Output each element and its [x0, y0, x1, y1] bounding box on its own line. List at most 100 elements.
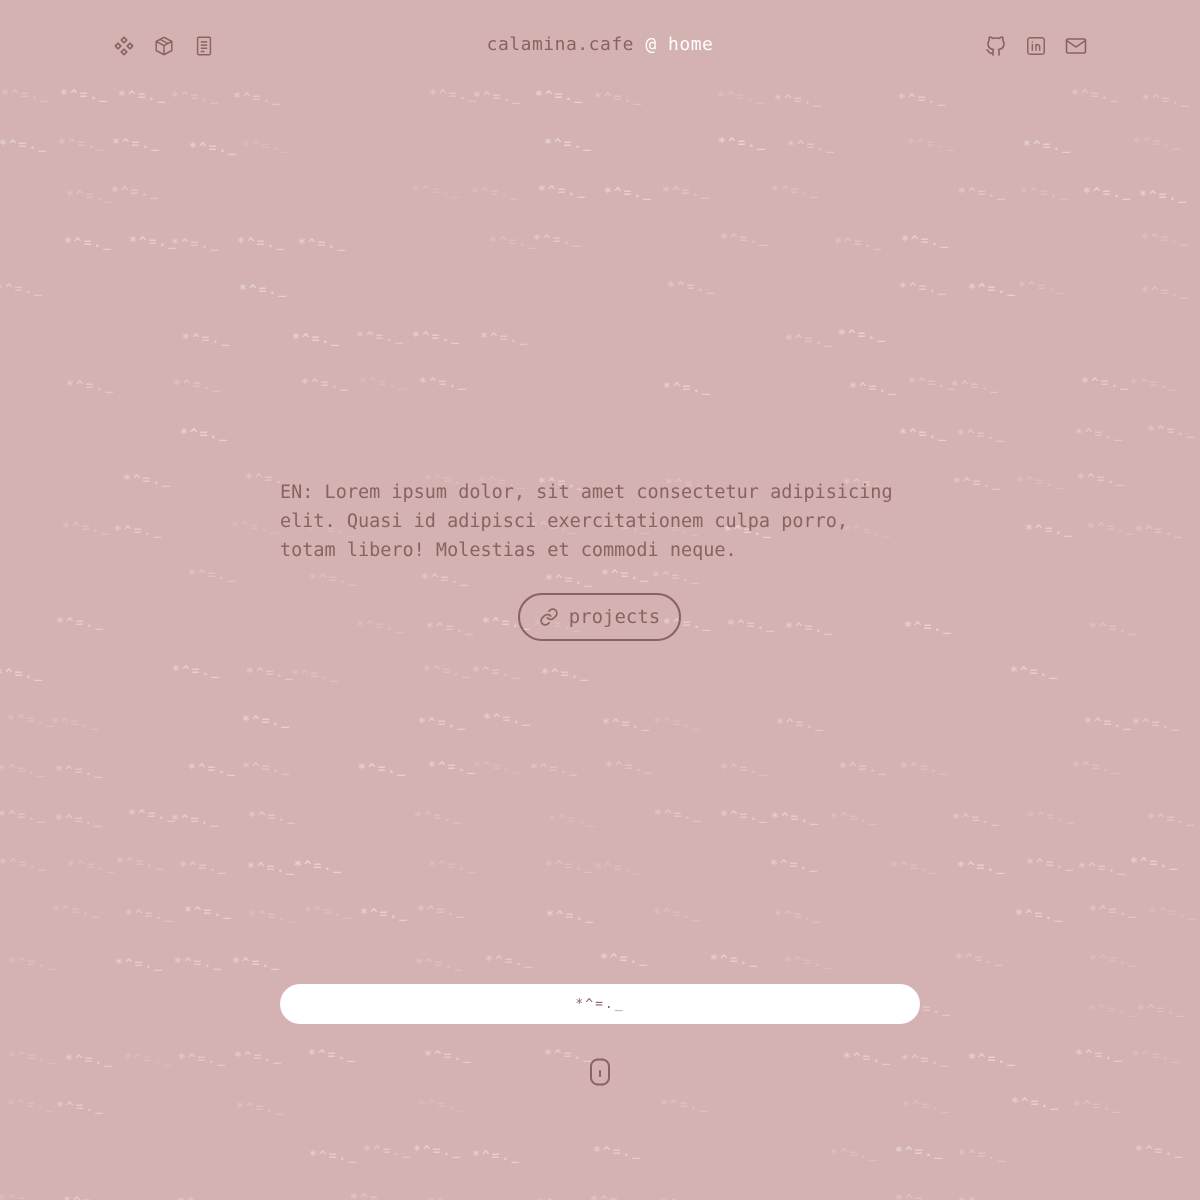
pattern-glyph: *^=._: [600, 952, 650, 967]
pattern-glyph: *^=._: [60, 88, 110, 103]
mouse-scroll-icon[interactable]: [588, 1058, 612, 1086]
pattern-glyph: *^=._: [231, 520, 281, 535]
pattern-glyph: *^=._: [958, 1148, 1008, 1163]
pattern-glyph: *^=._: [895, 1193, 944, 1200]
pattern-glyph: *^=._: [0, 857, 49, 872]
pattern-glyph: *^=._: [830, 1147, 880, 1162]
linkedin-icon[interactable]: [1024, 34, 1048, 58]
pattern-glyph: *^=._: [248, 810, 298, 825]
pattern-glyph: *^=._: [413, 1144, 463, 1159]
pattern-glyph: *^=._: [236, 1101, 286, 1116]
pattern-glyph: *^=._: [308, 1048, 358, 1063]
pattern-glyph: *^=._: [1135, 524, 1185, 539]
pattern-glyph: *^=._: [1137, 1003, 1187, 1018]
pattern-glyph: *^=._: [662, 185, 712, 200]
pattern-glyph: *^=._: [545, 573, 595, 588]
pattern-glyph: *^=._: [774, 909, 824, 924]
pattern-glyph: *^=._: [485, 954, 535, 969]
pattern-glyph: *^=._: [667, 280, 717, 295]
pattern-glyph: *^=._: [901, 1053, 951, 1068]
pattern-glyph: *^=._: [1010, 665, 1060, 680]
pattern-glyph: *^=._: [242, 714, 292, 729]
pattern-glyph: *^=._: [8, 956, 58, 971]
mail-icon[interactable]: [1064, 34, 1088, 58]
pattern-glyph: *^=._: [242, 761, 292, 776]
pattern-glyph: *^=._: [601, 568, 651, 583]
pattern-glyph: *^=._: [1015, 908, 1065, 923]
pattern-glyph: *^=._: [604, 186, 654, 201]
pattern-glyph: *^=._: [951, 379, 1001, 394]
pattern-glyph: *^=._: [419, 376, 469, 391]
pattern-glyph: *^=._: [114, 524, 164, 539]
site-name: calamina.cafe: [486, 34, 634, 55]
pattern-glyph: *^=._: [233, 91, 283, 106]
pattern-glyph: *^=._: [473, 90, 523, 105]
pattern-glyph: *^=._: [1020, 186, 1070, 201]
pattern-glyph: *^=._: [907, 137, 957, 152]
pattern-glyph: *^=._: [1077, 472, 1127, 487]
pattern-glyph: *^=._: [7, 1098, 57, 1113]
pattern-glyph: *^=._: [784, 955, 834, 970]
pattern-glyph: *^=._: [177, 1196, 226, 1200]
pattern-glyph: *^=._: [125, 908, 175, 923]
pattern-glyph: *^=._: [958, 186, 1008, 201]
pattern-glyph: *^=._: [727, 618, 777, 633]
pattern-glyph: *^=._: [171, 237, 221, 252]
pattern-glyph: *^=._: [1089, 621, 1139, 636]
pattern-glyph: *^=._: [895, 1145, 945, 1160]
pattern-glyph: *^=._: [180, 427, 230, 442]
at-symbol: @: [645, 34, 657, 55]
pattern-glyph: *^=._: [234, 1050, 284, 1065]
pattern-glyph: *^=._: [602, 717, 652, 732]
pattern-glyph: *^=._: [111, 185, 161, 200]
pattern-glyph: *^=._: [179, 860, 229, 875]
projects-button-label: projects: [568, 606, 661, 628]
pattern-glyph: *^=._: [1130, 856, 1180, 871]
pattern-glyph: *^=._: [594, 861, 644, 876]
pattern-glyph: *^=._: [0, 667, 45, 682]
pattern-glyph: *^=._: [957, 860, 1007, 875]
pattern-glyph: *^=._: [1075, 1048, 1125, 1063]
pattern-glyph: *^=._: [171, 813, 221, 828]
pattern-glyph: *^=._: [720, 809, 770, 824]
pattern-glyph: *^=._: [770, 858, 820, 873]
pattern-glyph: *^=._: [843, 1051, 893, 1066]
pattern-glyph: *^=._: [1071, 88, 1121, 103]
pattern-glyph: *^=._: [663, 381, 713, 396]
pattern-glyph: *^=._: [415, 957, 465, 972]
pattern-glyph: *^=._: [530, 762, 580, 777]
pattern-glyph: *^=._: [294, 859, 344, 874]
github-icon[interactable]: [984, 34, 1008, 58]
pattern-glyph: *^=._: [0, 138, 49, 153]
pattern-glyph: *^=._: [899, 427, 949, 442]
pattern-glyph: *^=._: [472, 665, 522, 680]
pattern-glyph: *^=._: [426, 621, 476, 636]
pattern-glyph: *^=._: [720, 762, 770, 777]
pattern-glyph: *^=._: [58, 137, 108, 152]
pattern-glyph: *^=._: [1, 88, 51, 103]
pattern-glyph: *^=._: [533, 233, 583, 248]
pattern-glyph: *^=._: [480, 331, 530, 346]
pattern-glyph: *^=._: [1011, 1096, 1061, 1111]
pattern-glyph: *^=._: [0, 282, 45, 297]
pattern-glyph: *^=._: [304, 905, 354, 920]
pattern-glyph: *^=._: [958, 1196, 1007, 1200]
pattern-glyph: *^=._: [189, 141, 239, 156]
projects-button[interactable]: projects: [518, 593, 681, 641]
pattern-glyph: *^=._: [787, 139, 837, 154]
pattern-glyph: *^=._: [1075, 427, 1125, 442]
pattern-glyph: *^=._: [67, 859, 117, 874]
pattern-glyph: *^=._: [356, 619, 406, 634]
pattern-glyph: *^=._: [1081, 376, 1131, 391]
pattern-glyph: *^=._: [654, 808, 704, 823]
pattern-glyph: *^=._: [8, 1050, 58, 1065]
pattern-glyph: *^=._: [544, 137, 594, 152]
pattern-glyph: *^=._: [1016, 475, 1066, 490]
pattern-glyph: *^=._: [901, 234, 951, 249]
pattern-glyph: *^=._: [174, 956, 224, 971]
pattern-glyph: *^=._: [660, 1098, 710, 1113]
pattern-glyph: *^=._: [0, 1193, 47, 1200]
pattern-glyph: *^=._: [594, 91, 644, 106]
pattern-glyph: *^=._: [1142, 93, 1192, 108]
pattern-glyph: *^=._: [418, 716, 468, 731]
